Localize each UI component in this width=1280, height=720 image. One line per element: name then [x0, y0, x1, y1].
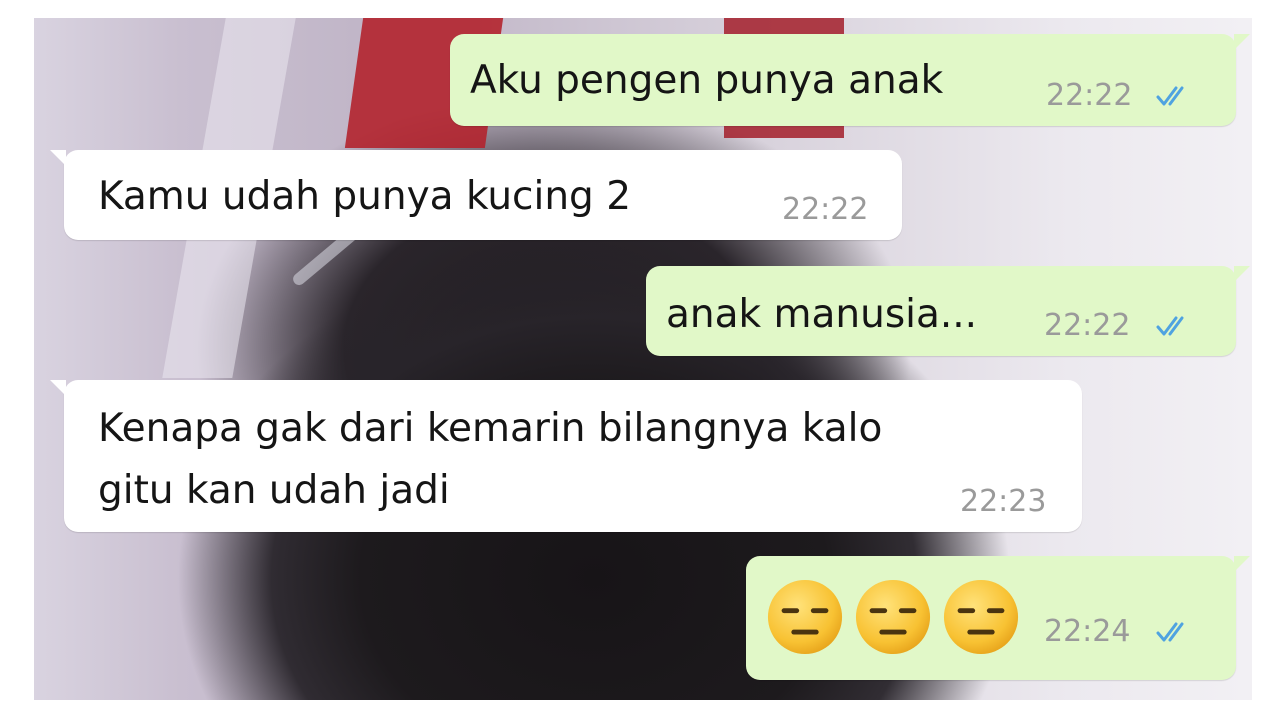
message-timestamp: 22:22 — [782, 192, 869, 227]
message-bubble-outgoing[interactable]: anak manusia... 22:22 — [646, 266, 1250, 356]
message-text-line-1: Kenapa gak dari kemarin bilangnya kalo — [98, 406, 883, 451]
read-receipt-double-check-icon — [1156, 316, 1184, 336]
message-bubble-incoming[interactable]: Kenapa gak dari kemarin bilangnya kalo g… — [50, 380, 1082, 532]
message-timestamp: 22:22 — [1044, 308, 1131, 343]
expressionless-face-emoji-icon — [943, 579, 1019, 655]
expressionless-face-emoji-icon — [767, 579, 843, 655]
expressionless-face-emoji-icon — [855, 579, 931, 655]
message-text: anak manusia... — [666, 292, 978, 337]
message-bubble-outgoing[interactable]: Aku pengen punya anak 22:22 — [450, 34, 1250, 126]
read-receipt-double-check-icon — [1156, 622, 1184, 642]
message-bubble-incoming[interactable]: Kamu udah punya kucing 2 22:22 — [50, 150, 902, 240]
message-timestamp: 22:24 — [1044, 614, 1131, 649]
message-timestamp: 22:23 — [960, 484, 1047, 519]
message-text: Kamu udah punya kucing 2 — [98, 174, 632, 219]
message-text: Aku pengen punya anak — [470, 58, 944, 103]
read-receipt-double-check-icon — [1156, 86, 1184, 106]
message-timestamp: 22:22 — [1046, 78, 1133, 113]
message-text-line-2: gitu kan udah jadi — [98, 468, 450, 513]
message-bubble-outgoing[interactable]: 22:24 — [746, 556, 1250, 680]
